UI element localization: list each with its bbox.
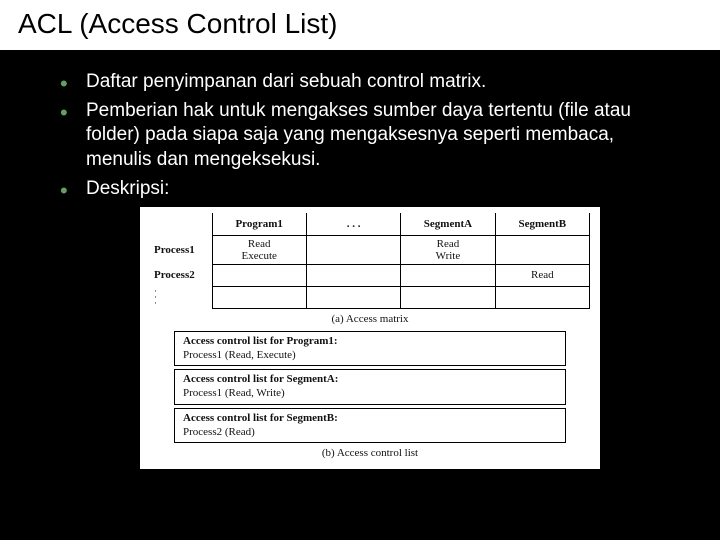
access-matrix-table: Program1 . . . SegmentA SegmentB Process… bbox=[150, 213, 590, 309]
table-row-ellipsis: ··· bbox=[150, 286, 590, 308]
matrix-caption: (a) Access matrix bbox=[150, 313, 590, 325]
diagram-panel: Program1 . . . SegmentA SegmentB Process… bbox=[140, 207, 600, 469]
slide: ACL (Access Control List) Daftar penyimp… bbox=[0, 0, 720, 540]
title-bar: ACL (Access Control List) bbox=[0, 0, 720, 52]
acl-entry: Access control list for SegmentB:Process… bbox=[174, 408, 566, 444]
table-row: Process1 Read Execute Read Write bbox=[150, 235, 590, 264]
bullet-list: Daftar penyimpanan dari sebuah control m… bbox=[60, 70, 680, 201]
table-row: Process2 Read bbox=[150, 264, 590, 286]
col-header: SegmentA bbox=[401, 213, 495, 235]
bullet-item: Deskripsi: bbox=[60, 177, 680, 202]
slide-title: ACL (Access Control List) bbox=[18, 8, 702, 40]
col-header: SegmentB bbox=[495, 213, 589, 235]
col-header: Program1 bbox=[212, 213, 306, 235]
bullet-item: Daftar penyimpanan dari sebuah control m… bbox=[60, 70, 680, 95]
bullet-item: Pemberian hak untuk mengakses sumber day… bbox=[60, 99, 680, 173]
acl-entry: Access control list for Program1:Process… bbox=[174, 331, 566, 367]
col-header: . . . bbox=[306, 213, 400, 235]
acl-entry: Access control list for SegmentA:Process… bbox=[174, 369, 566, 405]
slide-body: Daftar penyimpanan dari sebuah control m… bbox=[0, 52, 720, 479]
acl-caption: (b) Access control list bbox=[150, 447, 590, 459]
